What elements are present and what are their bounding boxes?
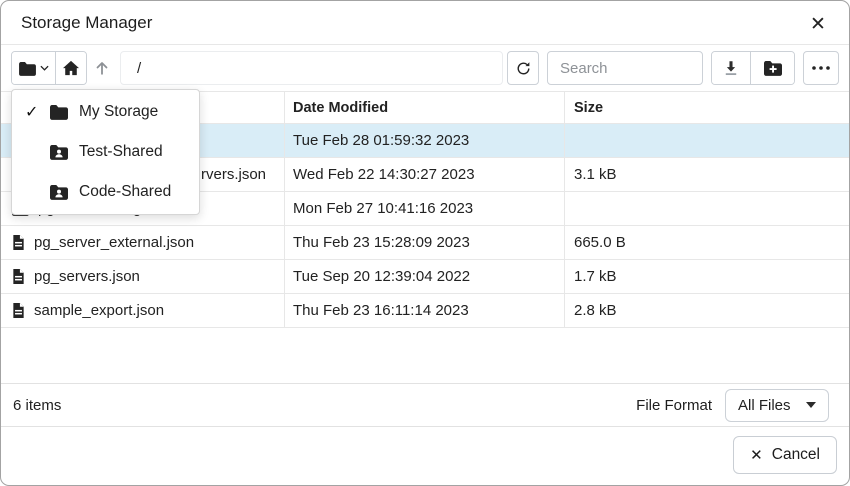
table-row[interactable]: sample_export.json Thu Feb 23 16:11:14 2… xyxy=(1,294,849,328)
date-modified-cell: Thu Feb 23 16:11:14 2023 xyxy=(284,294,564,327)
dialog-footer: ✕ Cancel xyxy=(1,425,849,485)
file-icon xyxy=(11,268,26,285)
refresh-button[interactable] xyxy=(507,51,539,85)
size-cell: 3.1 kB xyxy=(564,158,849,191)
menu-item-label: Code-Shared xyxy=(79,183,171,201)
file-format-value: All Files xyxy=(738,397,791,414)
home-icon xyxy=(62,60,80,76)
menu-item-label: My Storage xyxy=(79,103,158,121)
folder-icon xyxy=(49,104,71,120)
shared-folder-icon xyxy=(49,184,71,200)
more-options-button[interactable] xyxy=(803,51,839,85)
size-cell: 665.0 B xyxy=(564,226,849,259)
file-name: rvers.json xyxy=(201,166,266,183)
more-icon xyxy=(811,65,831,71)
folder-icon xyxy=(18,61,37,76)
download-icon xyxy=(722,59,740,77)
file-name-cell: sample_export.json xyxy=(1,294,284,327)
caret-down-icon xyxy=(806,402,816,408)
status-bar: 6 items File Format All Files xyxy=(1,383,849,427)
file-name-cell: pg_server_external.json xyxy=(1,226,284,259)
refresh-icon xyxy=(515,60,532,77)
date-modified-cell: Mon Feb 27 10:41:16 2023 xyxy=(284,192,564,225)
dialog-titlebar: Storage Manager ✕ xyxy=(1,1,849,45)
menu-item-test-shared[interactable]: Test-Shared xyxy=(12,132,199,172)
file-name: pg_servers.json xyxy=(34,268,140,285)
date-modified-cell: Tue Feb 28 01:59:32 2023 xyxy=(284,124,564,157)
dialog-title: Storage Manager xyxy=(21,13,152,33)
file-name: sample_export.json xyxy=(34,302,164,319)
storage-dropdown-button[interactable] xyxy=(12,52,55,84)
table-row[interactable]: pg_servers.json Tue Sep 20 12:39:04 2022… xyxy=(1,260,849,294)
menu-item-code-shared[interactable]: Code-Shared xyxy=(12,172,199,212)
check-icon: ✓ xyxy=(25,102,49,122)
date-modified-cell: Wed Feb 22 14:30:27 2023 xyxy=(284,158,564,191)
new-folder-button[interactable] xyxy=(750,52,794,84)
cancel-button[interactable]: ✕ Cancel xyxy=(733,436,837,474)
items-count: 6 items xyxy=(13,397,61,414)
file-name: pg_server_external.json xyxy=(34,234,194,251)
x-icon: ✕ xyxy=(750,446,763,464)
size-cell: 2.8 kB xyxy=(564,294,849,327)
storage-manager-dialog: Storage Manager ✕ xyxy=(0,0,850,486)
search-input[interactable] xyxy=(547,51,703,85)
home-button[interactable] xyxy=(55,52,86,84)
file-format-label: File Format xyxy=(636,397,712,414)
date-modified-cell: Tue Sep 20 12:39:04 2022 xyxy=(284,260,564,293)
file-ops-group xyxy=(711,51,795,85)
file-icon xyxy=(11,234,26,251)
shared-folder-icon xyxy=(49,144,71,160)
breadcrumb-path: / xyxy=(137,60,141,77)
file-icon xyxy=(11,302,26,319)
arrow-up-icon xyxy=(93,59,111,77)
size-cell xyxy=(564,192,849,225)
nav-button-group xyxy=(11,51,87,85)
date-modified-cell: Thu Feb 23 15:28:09 2023 xyxy=(284,226,564,259)
menu-item-label: Test-Shared xyxy=(79,143,163,161)
size-cell xyxy=(564,124,849,157)
download-button[interactable] xyxy=(712,52,750,84)
new-folder-icon xyxy=(763,60,783,76)
table-row[interactable]: pg_server_external.json Thu Feb 23 15:28… xyxy=(1,226,849,260)
chevron-down-icon xyxy=(40,65,49,71)
cancel-button-label: Cancel xyxy=(772,446,820,464)
storage-select-menu: ✓ My Storage Test-Shared Code-Shared xyxy=(11,89,200,215)
file-format-select[interactable]: All Files xyxy=(725,389,829,422)
column-header-size[interactable]: Size xyxy=(564,92,849,123)
size-cell: 1.7 kB xyxy=(564,260,849,293)
menu-item-my-storage[interactable]: ✓ My Storage xyxy=(12,92,199,132)
close-icon[interactable]: ✕ xyxy=(805,11,831,37)
breadcrumb[interactable]: / xyxy=(120,51,503,85)
file-name-cell: pg_servers.json xyxy=(1,260,284,293)
toolbar: / xyxy=(1,45,849,91)
column-header-date-modified[interactable]: Date Modified xyxy=(284,92,564,123)
up-directory-button[interactable] xyxy=(87,51,117,85)
